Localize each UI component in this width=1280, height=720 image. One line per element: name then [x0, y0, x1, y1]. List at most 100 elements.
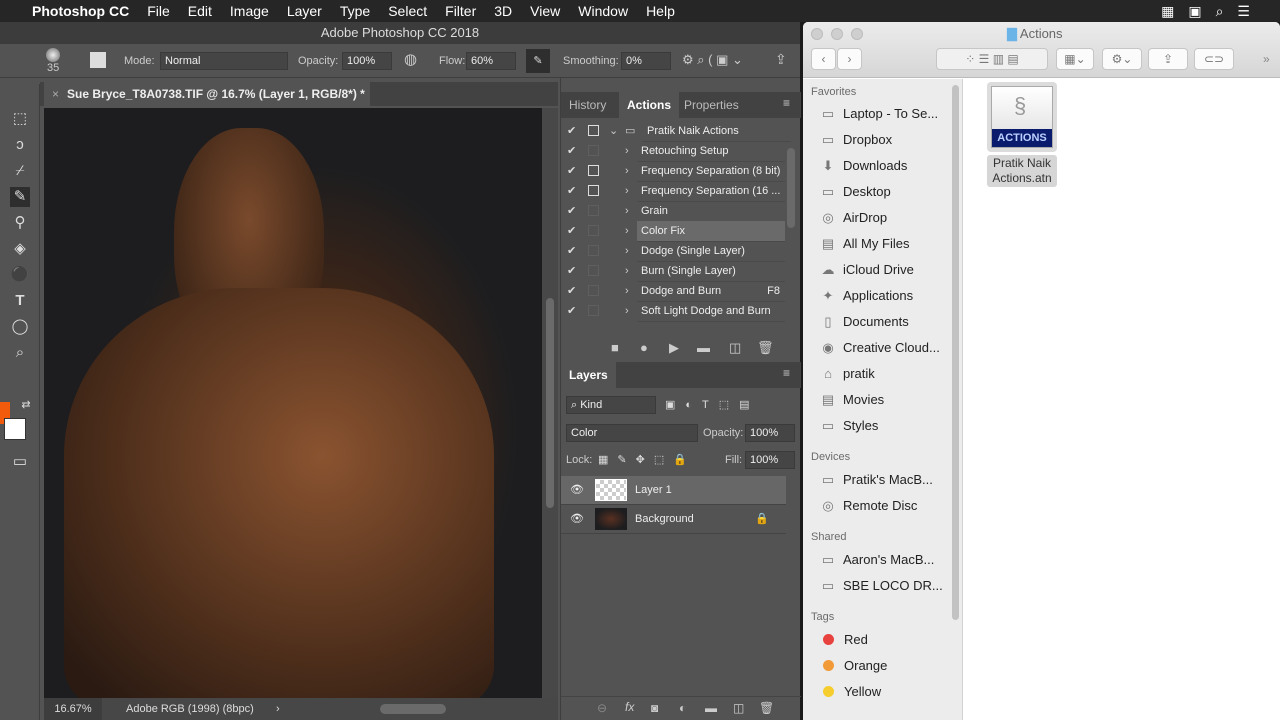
status-icons[interactable]: ▦▣⌕☰	[1161, 3, 1264, 20]
link-layers-icon[interactable]: ⊖	[597, 701, 607, 715]
menu-layer[interactable]: Layer	[287, 3, 322, 19]
chevron-right-icon[interactable]: ›	[625, 281, 629, 301]
layer-row[interactable]: 👁 Layer 1	[561, 476, 786, 505]
action-row[interactable]: ✔ › Retouching Setup	[561, 141, 786, 162]
sidebar-item[interactable]: ▭ Laptop - To Se...	[819, 101, 938, 127]
sidebar-item[interactable]: ▯ Documents	[819, 309, 908, 335]
dialog-toggle[interactable]	[588, 245, 599, 256]
action-row[interactable]: ✔ › Grain	[561, 201, 786, 222]
sidebar-item[interactable]: ▭ Dropbox	[819, 127, 892, 153]
screen-mode-icon[interactable]: ▭	[10, 452, 30, 472]
lock-icon[interactable]: 🔒	[755, 505, 769, 534]
toggle-check-icon[interactable]: ✔	[567, 241, 576, 261]
flow-field[interactable]: 60%	[466, 52, 516, 70]
action-row[interactable]: ✔ › Dodge (Single Layer)	[561, 241, 786, 262]
document-canvas[interactable]	[44, 108, 542, 698]
menu-filter[interactable]: Filter	[445, 3, 476, 19]
canvas-vertical-scrollbar[interactable]	[542, 108, 558, 698]
sidebar-item[interactable]: ▭ Aaron's MacB...	[819, 547, 935, 573]
layer-name[interactable]: Layer 1	[635, 476, 672, 505]
sidebar-item[interactable]: ▭ Styles	[819, 413, 879, 439]
sidebar-item[interactable]: ⌂ pratik	[819, 361, 875, 387]
dialog-toggle[interactable]	[588, 205, 599, 216]
chevron-right-icon[interactable]: ›	[625, 161, 629, 181]
dialog-toggle[interactable]	[588, 125, 599, 136]
toggle-check-icon[interactable]: ✔	[567, 161, 576, 181]
new-layer-icon[interactable]: ◫	[733, 701, 744, 715]
sidebar-item[interactable]: ◉ Creative Cloud...	[819, 335, 940, 361]
chevron-right-icon[interactable]: ›	[625, 181, 629, 201]
action-row[interactable]: ✔ › Soft Light Dodge and Burn	[561, 301, 786, 322]
type-tool-icon[interactable]: T	[10, 291, 30, 311]
zoom-button[interactable]	[851, 28, 863, 40]
sidebar-item[interactable]: ▭ Desktop	[819, 179, 891, 205]
dialog-toggle[interactable]	[588, 265, 599, 276]
brush-panel-icon[interactable]	[90, 52, 106, 68]
dialog-toggle[interactable]	[588, 185, 599, 196]
adjustment-layer-icon[interactable]: ◐	[679, 701, 686, 715]
action-row[interactable]: ✔ › Color Fix	[561, 221, 786, 242]
toggle-check-icon[interactable]: ✔	[567, 141, 576, 161]
minimize-button[interactable]	[831, 28, 843, 40]
action-row[interactable]: ✔ › Burn (Single Layer)	[561, 261, 786, 282]
more-toolbar-icon[interactable]: »	[1263, 52, 1270, 66]
delete-layer-icon[interactable]: 🗑	[759, 701, 774, 715]
background-color-swatch[interactable]	[4, 418, 26, 440]
eyedropper-tool-icon[interactable]: ⌿	[10, 161, 30, 181]
settings-gear-icon[interactable]: ⚙ ⌕ ( ▣ ⌄	[682, 51, 743, 69]
dodge-tool-icon[interactable]: ⚫	[10, 265, 30, 285]
layer-opacity-field[interactable]: 100%	[745, 424, 795, 442]
record-icon[interactable]: ●	[640, 340, 648, 355]
menu-select[interactable]: Select	[388, 3, 427, 19]
menu-3d[interactable]: 3D	[494, 3, 512, 19]
share-button[interactable]: ⇪	[1148, 48, 1188, 70]
layer-row[interactable]: 👁 Background 🔒	[561, 505, 786, 534]
tab-layers[interactable]: Layers	[561, 362, 616, 388]
toggle-check-icon[interactable]: ✔	[567, 281, 576, 301]
actions-scrollbar[interactable]	[787, 148, 795, 228]
menu-window[interactable]: Window	[578, 3, 628, 19]
dialog-toggle[interactable]	[588, 305, 599, 316]
layer-filter-select[interactable]: ⌕ Kind	[566, 396, 656, 414]
document-tab[interactable]: × Sue Bryce_T8A0738.TIF @ 16.7% (Layer 1,…	[44, 82, 370, 106]
sidebar-scrollbar[interactable]	[952, 85, 959, 620]
chevron-right-icon[interactable]: ›	[625, 221, 629, 241]
fx-icon[interactable]: fx	[625, 700, 634, 714]
airbrush-icon[interactable]: ✎	[526, 49, 550, 73]
sidebar-item[interactable]: ◎ Remote Disc	[819, 493, 917, 519]
marquee-tool-icon[interactable]: ⬚	[10, 109, 30, 129]
sidebar-item[interactable]: ☁ iCloud Drive	[819, 257, 914, 283]
menu-type[interactable]: Type	[340, 3, 370, 19]
action-row[interactable]: ✔ ⌄ ▭ Pratik Naik Actions	[561, 121, 791, 142]
tags-button[interactable]: ⊂⊃	[1194, 48, 1234, 70]
back-button[interactable]: ‹	[811, 48, 836, 70]
tab-history[interactable]: History	[561, 92, 614, 118]
blend-mode-select[interactable]: Color	[566, 424, 698, 442]
toggle-check-icon[interactable]: ✔	[567, 181, 576, 201]
paint-bucket-tool-icon[interactable]: ◈	[10, 239, 30, 259]
sidebar-item[interactable]: Yellow	[819, 679, 881, 705]
chevron-right-icon[interactable]: ›	[625, 261, 629, 281]
toggle-check-icon[interactable]: ✔	[567, 221, 576, 241]
sidebar-item[interactable]: ▤ Movies	[819, 387, 884, 413]
chevron-right-icon[interactable]: ›	[625, 141, 629, 161]
stop-icon[interactable]: ■	[611, 340, 619, 355]
chevron-down-icon[interactable]: ⌄	[609, 121, 618, 141]
menu-file[interactable]: File	[147, 3, 170, 19]
fill-field[interactable]: 100%	[745, 451, 795, 469]
clone-stamp-tool-icon[interactable]: ⚲	[10, 213, 30, 233]
file-item[interactable]: § ACTIONS Pratik Naik Actions.atn	[987, 82, 1057, 188]
zoom-level[interactable]: 16.67%	[44, 698, 102, 720]
add-mask-icon[interactable]: ◙	[651, 701, 658, 715]
mode-select[interactable]: Normal	[160, 52, 288, 70]
toggle-check-icon[interactable]: ✔	[567, 301, 576, 321]
view-mode-buttons[interactable]: ⁘ ☰ ▥ ▤	[936, 48, 1048, 70]
new-group-icon[interactable]: ▬	[705, 701, 717, 715]
swap-colors-icon[interactable]: ⇄	[16, 395, 36, 415]
actions-panel-menu-icon[interactable]: ≡	[783, 96, 790, 110]
dialog-toggle[interactable]	[588, 165, 599, 176]
sidebar-item[interactable]: Orange	[819, 653, 887, 679]
lock-icons[interactable]: ▦✎✥⬚🔒	[598, 451, 696, 469]
new-set-icon[interactable]: ▬	[697, 340, 710, 355]
arrange-button[interactable]: ▦⌄	[1056, 48, 1094, 70]
